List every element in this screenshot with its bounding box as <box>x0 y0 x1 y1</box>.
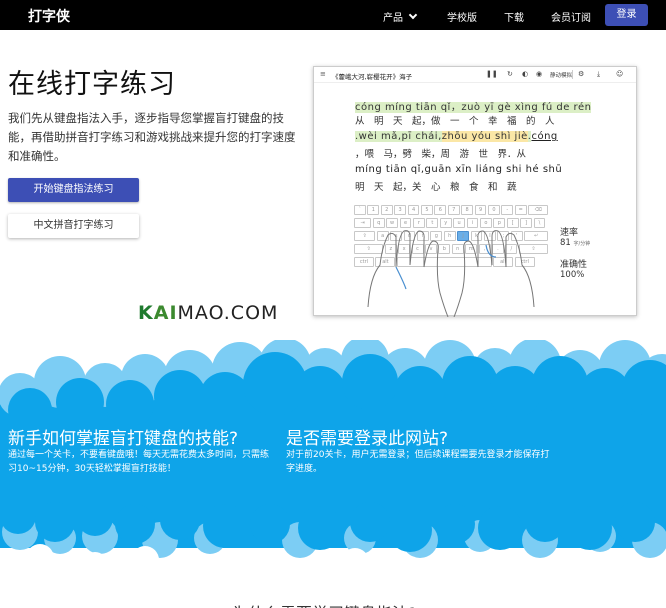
speed-readout: 81 字/分钟 <box>560 238 590 248</box>
key-5: 5 <box>421 205 433 215</box>
watermark-k: K <box>138 302 154 324</box>
accuracy-label: 准确性 <box>560 260 588 270</box>
download-icon[interactable]: ⤓ <box>597 70 600 79</box>
speed-unit: 字/分钟 <box>573 241 591 247</box>
brand-logo[interactable]: 打字侠 <box>28 6 70 26</box>
pinyin-segment: pī chái <box>401 131 439 142</box>
profile-icon[interactable]: ☺ <box>616 70 623 78</box>
chevron-down-icon <box>408 10 418 20</box>
pinyin-segment: zuò yī gè xìng fú de rén <box>461 102 592 113</box>
demo-toolbar: ≡ 《藿峨大河,崭樱花开》海子 ❚❚ ↻ ◐ ◉ 静动模拟 ⚙ ⤓ ☺ <box>314 67 636 83</box>
pinyin-segment: .wèi mǎ <box>355 131 398 142</box>
pinyin-segment: míng tiān qǐ <box>355 164 421 175</box>
key-9: 9 <box>474 205 487 215</box>
demo-lesson-title: 《藿峨大河,崭樱花开》海子 <box>332 73 413 81</box>
pinyin-segment: guān xīn liáng shi hé shū <box>424 164 563 175</box>
accuracy-value: 100% <box>560 270 585 280</box>
section-title-blind-typing: 新手如何掌握盲打键盘的技能? <box>8 429 239 449</box>
key-`: ` <box>354 205 366 215</box>
key-3: 3 <box>394 205 407 215</box>
pinyin-current: cóng <box>531 131 558 142</box>
key-7: 7 <box>447 205 460 215</box>
menu-icon[interactable]: ≡ <box>320 70 326 78</box>
pinyin-segment: , <box>397 131 402 142</box>
voice-icon[interactable]: ◉ <box>536 70 542 78</box>
nav-download[interactable]: 下载 <box>504 9 524 24</box>
simulation-mode-toggle[interactable]: 静动模拟 <box>550 71 572 79</box>
hanzi-row-3: 明 天 起，关 心 粮 食 和 蔬 <box>355 182 517 193</box>
key-4: 4 <box>407 205 420 215</box>
nav-products[interactable]: 产品 <box>383 9 418 24</box>
key--: - <box>501 205 514 215</box>
pinyin-segment: cóng míng tiān qǐ <box>355 102 451 113</box>
start-fingering-practice-button[interactable]: 开始键盘指法练习 <box>8 178 139 202</box>
speed-label: 速率 <box>560 228 579 238</box>
section-text-blind-typing: 通过每一个关卡，不要看键盘哦！每天无需花费太多时间，只需练习10~15分钟，30… <box>8 450 270 474</box>
pause-icon[interactable]: ❚❚ <box>486 70 498 78</box>
key-1: 1 <box>367 205 380 215</box>
pinyin-row-3: míng tiān qǐ,guān xīn liáng shi hé shū <box>355 164 562 175</box>
section-title-login: 是否需要登录此网站? <box>286 429 449 449</box>
nav-membership[interactable]: 会员订阅 <box>551 9 591 24</box>
section-title-why-fingering: 为什么需要学习键盘指法? <box>232 600 417 608</box>
hands-illustration <box>367 230 535 317</box>
restart-icon[interactable]: ↻ <box>507 70 513 78</box>
key-0: 0 <box>488 205 500 215</box>
key-6: 6 <box>434 205 447 215</box>
key-8: 8 <box>461 205 474 215</box>
watermark-logo: KAIMAO.COM <box>138 302 278 324</box>
nav-products-label: 产品 <box>383 13 403 24</box>
pinyin-row-2: .wèi mǎ,pī chái,zhōu yóu shì jiè.cóng <box>355 131 558 142</box>
pinyin-row-1: cóng míng tiān qǐ，zuò yī gè xìng fú de r… <box>355 98 592 113</box>
watermark-mid: AI <box>153 302 178 324</box>
speed-value: 81 <box>560 238 571 248</box>
pinyin-segment: zhōu yóu shì jiè <box>441 131 528 142</box>
typing-demo-panel: ≡ 《藿峨大河,崭樱花开》海子 ❚❚ ↻ ◐ ◉ 静动模拟 ⚙ ⤓ ☺ cóng… <box>313 66 637 317</box>
page-title: 在线打字练习 <box>8 69 176 100</box>
hanzi-row-1: 从 明 天 起，做 一 个 幸 福 的 人 <box>355 116 555 127</box>
gear-icon[interactable]: ⚙ <box>578 70 584 78</box>
hero-description: 我们先从键盘指法入手，逐步指导您掌握盲打键盘的技能，再借助拼音打字练习和游戏挑战… <box>8 111 296 163</box>
sound-icon[interactable]: ◐ <box>522 70 528 78</box>
section-text-login: 对于前20关卡，用户无需登录；但后续课程需要先登录才能保存打字进度。 <box>286 450 550 474</box>
login-button[interactable]: 登录 <box>605 4 648 26</box>
nav-school-edition[interactable]: 学校版 <box>447 9 477 24</box>
toolbar-divider <box>572 70 573 79</box>
hanzi-row-2: ，喂 马，劈 柴，周 游 世 界．从 <box>355 149 527 160</box>
chinese-pinyin-practice-button[interactable]: 中文拼音打字练习 <box>8 214 139 238</box>
top-navbar: 打字侠 产品 学校版 下载 会员订阅 登录 <box>0 0 666 30</box>
key-=: = <box>514 205 527 215</box>
key-2: 2 <box>380 205 393 215</box>
watermark-end: MAO.COM <box>177 302 279 324</box>
key-⌫: ⌫ <box>528 205 549 215</box>
pinyin-segment: ， <box>450 102 462 113</box>
